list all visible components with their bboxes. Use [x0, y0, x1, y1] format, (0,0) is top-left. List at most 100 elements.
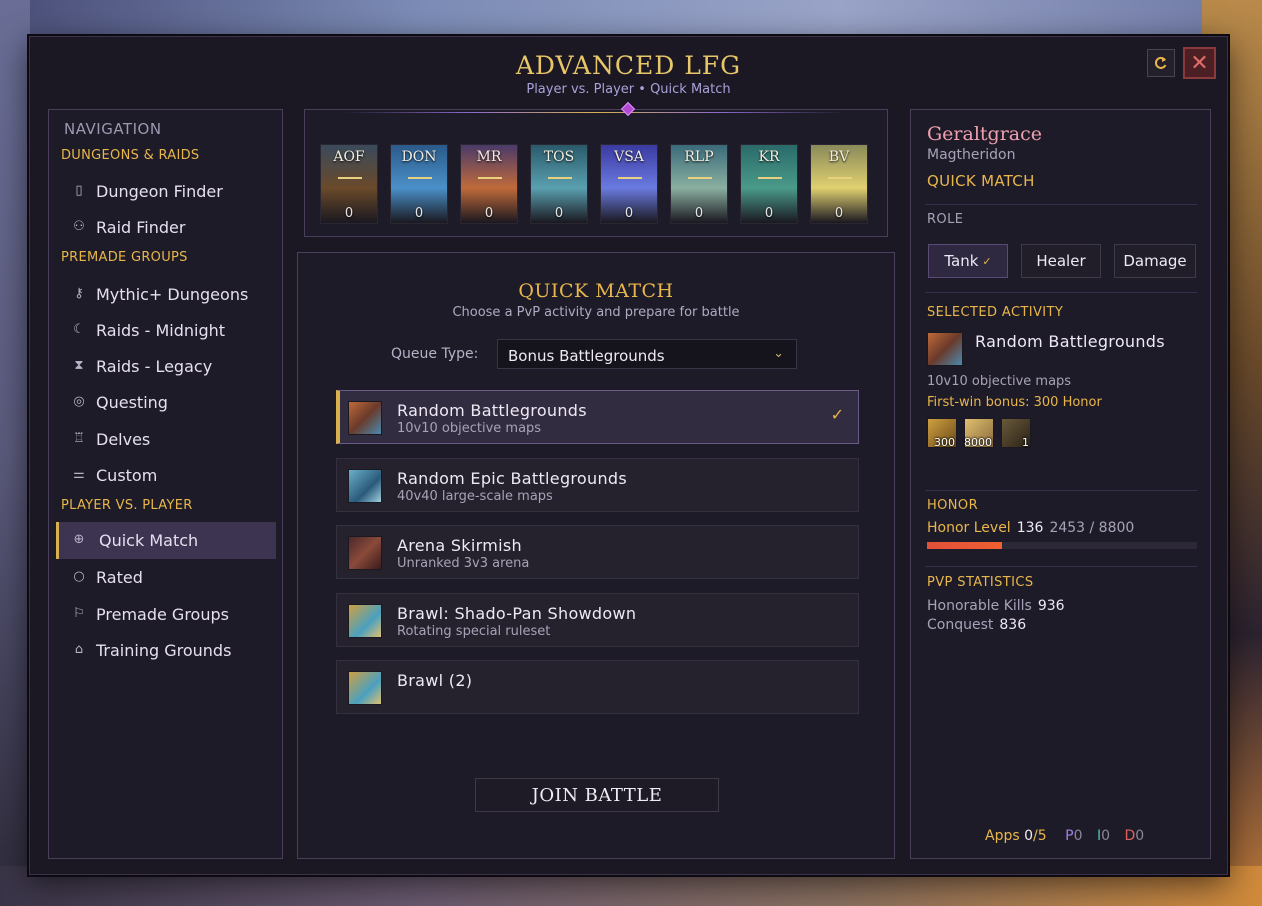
nav-item-questing[interactable]: ◎ Questing [56, 384, 276, 420]
dungeon-tile-tos[interactable]: TOS 0 [530, 144, 588, 224]
tile-progress-bar [618, 177, 642, 179]
reward-qty: 300 [934, 436, 955, 449]
nav-item-label: Raids - Midnight [96, 320, 226, 340]
nav-item-raids-legacy[interactable]: ⧗ Raids - Legacy [56, 348, 276, 384]
tile-abbr: RLP [684, 149, 714, 165]
dungeon-tile-bv[interactable]: BV 0 [810, 144, 868, 224]
window-subtitle: Player vs. Player • Quick Match [526, 82, 731, 97]
activity-row[interactable]: Random Epic Battlegrounds 40v40 large-sca… [336, 457, 859, 512]
divider [925, 490, 1197, 491]
tile-count: 0 [764, 206, 774, 221]
divider [925, 566, 1197, 567]
key-icon: ⚷ [74, 286, 84, 301]
lantern-icon: ♖ [73, 431, 85, 446]
honor-progress-text: 2453 / 8800 [1049, 520, 1135, 536]
nav-item-label: Raid Finder [96, 217, 186, 237]
dungeon-tile-don[interactable]: DON 0 [390, 144, 448, 224]
nav-item-label: Dungeon Finder [96, 181, 223, 201]
realm-name: Magtheridon [927, 147, 1016, 163]
pvp-stats-heading: PVP STATISTICS [927, 575, 1034, 590]
tile-progress-bar [548, 177, 572, 179]
hourglass-icon: ⧗ [74, 358, 84, 373]
strip-divider [345, 112, 845, 113]
nav-item-quick-match[interactable]: ⊕ Quick Match [56, 522, 276, 559]
nav-section-pvp: PLAYER VS. PLAYER [61, 498, 193, 513]
tile-progress-bar [758, 177, 782, 179]
door-icon: ▯ [75, 183, 83, 198]
selected-activity-name: Random Battlegrounds [975, 332, 1165, 351]
users-icon: ⚇ [73, 219, 85, 234]
nav-item-mythic-plus[interactable]: ⚷ Mythic+ Dungeons [56, 276, 276, 312]
navigation-panel: NAVIGATION DUNGEONS & RAIDS ▯ Dungeon Fi… [48, 109, 283, 859]
apps-tank-letter: P [1065, 828, 1074, 844]
nav-item-premade-groups[interactable]: ⚐ Premade Groups [56, 596, 276, 632]
nav-item-label: Quick Match [99, 531, 199, 550]
mode-label: QUICK MATCH [927, 172, 1035, 190]
epic-battleground-icon [348, 468, 382, 503]
activity-row[interactable]: Arena Skirmish Unranked 3v3 arena [336, 525, 859, 579]
quick-match-subtitle: Choose a PvP activity and prepare for ba… [452, 305, 740, 320]
nav-item-label: Rated [96, 567, 143, 587]
role-label: Healer [1036, 252, 1086, 270]
nav-item-rated[interactable]: ○ Rated [56, 559, 276, 595]
conquest-row: Conquest 836 [927, 617, 1026, 633]
role-damage-button[interactable]: Damage [1114, 244, 1196, 278]
close-button[interactable]: ✕ [1183, 47, 1216, 79]
nav-item-delves[interactable]: ♖ Delves [56, 421, 276, 457]
dungeon-tile-vsa[interactable]: VSA 0 [600, 144, 658, 224]
gem-ornament-icon [620, 101, 636, 117]
honor-icon: 300 [927, 418, 957, 449]
kills-value: 936 [1037, 598, 1065, 614]
nav-section-dungeons: DUNGEONS & RAIDS [61, 148, 200, 163]
activity-name: Arena Skirmish [397, 536, 522, 555]
nav-item-training-grounds[interactable]: ⌂ Training Grounds [56, 632, 276, 668]
brawl-icon [348, 671, 382, 705]
honor-progress-bar [927, 542, 1197, 549]
dungeon-tile-mr[interactable]: MR 0 [460, 144, 518, 224]
compass-icon: ◎ [73, 394, 85, 409]
honor-progress-fill [927, 542, 1003, 549]
nav-item-label: Premade Groups [96, 604, 229, 624]
role-healer-button[interactable]: Healer [1021, 244, 1101, 278]
activity-row[interactable]: Random Battlegrounds 10v10 objective maps… [336, 390, 859, 444]
nav-item-dungeon-finder[interactable]: ▯ Dungeon Finder [56, 173, 276, 209]
queue-type-select[interactable]: Bonus Battlegrounds ⌄ [497, 339, 797, 369]
role-tank-button[interactable]: Tank ✓ [928, 244, 1008, 278]
activity-row[interactable]: Brawl: Shado-Pan Showdown Rotating specia… [336, 592, 859, 647]
dungeon-tile-aof[interactable]: AOF 0 [320, 144, 378, 224]
lfg-window: ADVANCED LFG Player vs. Player • Quick M… [29, 36, 1228, 875]
apps-total: /5 [1033, 828, 1047, 844]
crosshair-icon: ⊕ [73, 532, 85, 547]
tile-abbr: DON [401, 149, 437, 165]
conquest-label: Conquest [927, 617, 994, 633]
tile-abbr: BV [828, 149, 850, 165]
chevron-down-icon: ⌄ [773, 346, 784, 361]
activity-row[interactable]: Brawl (2) [336, 660, 859, 714]
window-title: ADVANCED LFG [515, 51, 742, 80]
close-icon: ✕ [1190, 50, 1209, 76]
nav-item-raids-midnight[interactable]: ☾ Raids - Midnight [56, 312, 276, 348]
activity-name: Random Battlegrounds [397, 401, 587, 420]
honor-level-label: Honor Level [927, 520, 1011, 536]
selected-activity-desc: 10v10 objective maps [927, 374, 1072, 389]
activity-name: Random Epic Battlegrounds [397, 468, 627, 488]
divider [925, 292, 1197, 293]
reset-button[interactable] [1147, 49, 1175, 77]
battleground-icon [927, 332, 963, 366]
join-battle-button[interactable]: JOIN BATTLE [475, 778, 719, 812]
conquest-value: 836 [999, 617, 1027, 633]
tile-abbr: TOS [543, 149, 575, 165]
tile-abbr: MR [476, 149, 502, 165]
dungeon-tile-rlp[interactable]: RLP 0 [670, 144, 728, 224]
role-label: Tank [944, 252, 979, 270]
role-heading: ROLE [927, 212, 964, 227]
dungeon-tile-kr[interactable]: KR 0 [740, 144, 798, 224]
quick-match-panel: QUICK MATCH Choose a PvP activity and pr… [297, 252, 895, 859]
tile-abbr: AOF [333, 149, 365, 165]
nav-item-custom[interactable]: ⚌ Custom [56, 457, 276, 493]
queue-type-value: Bonus Battlegrounds [508, 347, 665, 365]
check-icon: ✓ [982, 254, 992, 268]
nav-item-raid-finder[interactable]: ⚇ Raid Finder [56, 209, 276, 245]
apps-damage-letter: D [1124, 828, 1136, 844]
tile-progress-bar [478, 177, 502, 179]
